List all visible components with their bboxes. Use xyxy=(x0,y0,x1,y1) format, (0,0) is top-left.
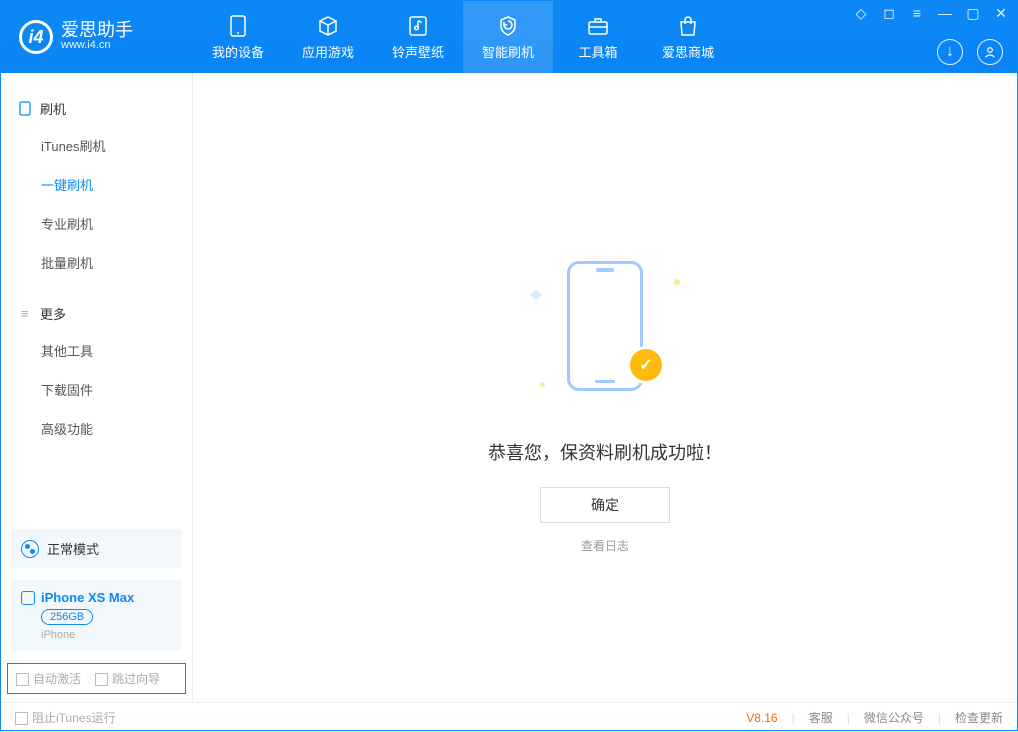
app-name-cn: 爱思助手 xyxy=(61,21,133,39)
tab-label: 应用游戏 xyxy=(302,42,354,61)
close-icon[interactable]: ✕ xyxy=(993,5,1009,21)
sidebar-item-batch-flash[interactable]: 批量刷机 xyxy=(1,243,192,282)
device-box[interactable]: iPhone XS Max 256GB iPhone xyxy=(11,580,182,651)
options-row: 自动激活 跳过向导 xyxy=(7,663,186,694)
sparkle-icon xyxy=(540,382,545,387)
view-log-link[interactable]: 查看日志 xyxy=(581,537,629,554)
logo[interactable]: i4 爱思助手 www.i4.cn xyxy=(1,20,193,54)
sidebar: 刷机 iTunes刷机 一键刷机 专业刷机 批量刷机 ≡ 更多 其他工具 下载固… xyxy=(1,73,193,702)
sidebar-item-download-firmware[interactable]: 下载固件 xyxy=(1,370,192,409)
checkbox-skip-guide[interactable]: 跳过向导 xyxy=(95,670,160,687)
account-icon[interactable] xyxy=(977,39,1003,65)
tab-label: 我的设备 xyxy=(212,42,264,61)
app-name-en: www.i4.cn xyxy=(61,39,133,52)
customer-service-link[interactable]: 客服 xyxy=(809,709,833,726)
tab-ringtone[interactable]: 铃声壁纸 xyxy=(373,1,463,73)
separator: | xyxy=(938,711,941,725)
lock-icon[interactable]: ◻ xyxy=(881,5,897,21)
phone-icon xyxy=(17,101,32,116)
sidebar-group-flash: 刷机 xyxy=(1,91,192,126)
music-icon xyxy=(406,14,430,38)
mode-box[interactable]: 正常模式 xyxy=(11,529,182,568)
sidebar-item-itunes-flash[interactable]: iTunes刷机 xyxy=(1,126,192,165)
device-icon xyxy=(226,14,250,38)
ok-button[interactable]: 确定 xyxy=(540,487,670,523)
header-right: ↓ xyxy=(937,39,1003,65)
toolbox-icon xyxy=(586,14,610,38)
device-icon xyxy=(21,591,35,605)
window-controls: ◇ ◻ ≡ — ▢ ✕ xyxy=(853,5,1009,21)
tab-apps[interactable]: 应用游戏 xyxy=(283,1,373,73)
minimize-icon[interactable]: — xyxy=(937,5,953,21)
device-type: iPhone xyxy=(41,629,75,641)
checkbox-icon xyxy=(15,712,28,725)
mode-label: 正常模式 xyxy=(47,539,99,558)
checkbox-auto-activate[interactable]: 自动激活 xyxy=(16,670,81,687)
logo-icon: i4 xyxy=(19,20,53,54)
list-icon: ≡ xyxy=(17,306,32,321)
tab-label: 工具箱 xyxy=(578,42,617,61)
sparkle-icon xyxy=(530,289,541,300)
device-capacity: 256GB xyxy=(41,609,93,625)
sidebar-group-more: ≡ 更多 xyxy=(1,296,192,331)
logo-text: 爱思助手 www.i4.cn xyxy=(61,21,133,52)
sidebar-item-pro-flash[interactable]: 专业刷机 xyxy=(1,204,192,243)
sidebar-item-other-tools[interactable]: 其他工具 xyxy=(1,331,192,370)
tab-label: 铃声壁纸 xyxy=(392,42,444,61)
tab-label: 智能刷机 xyxy=(482,42,534,61)
check-badge-icon: ✓ xyxy=(630,349,662,381)
mode-icon xyxy=(21,540,39,558)
checkbox-icon xyxy=(16,673,29,686)
checkbox-label: 跳过向导 xyxy=(112,672,160,686)
cube-icon xyxy=(316,14,340,38)
group-title: 刷机 xyxy=(40,99,66,118)
check-update-link[interactable]: 检查更新 xyxy=(955,709,1003,726)
main-content: ✓ 恭喜您，保资料刷机成功啦！ 确定 查看日志 xyxy=(193,73,1017,702)
shirt-icon[interactable]: ◇ xyxy=(853,5,869,21)
menu-icon[interactable]: ≡ xyxy=(909,5,925,21)
download-icon[interactable]: ↓ xyxy=(937,39,963,65)
device-name: iPhone XS Max xyxy=(41,590,134,605)
sidebar-item-onekey-flash[interactable]: 一键刷机 xyxy=(1,165,192,204)
success-message: 恭喜您，保资料刷机成功啦！ xyxy=(488,439,722,465)
wechat-link[interactable]: 微信公众号 xyxy=(864,709,924,726)
tab-toolbox[interactable]: 工具箱 xyxy=(553,1,643,73)
tab-label: 爱思商城 xyxy=(662,42,714,61)
sparkle-icon xyxy=(674,279,680,285)
header: i4 爱思助手 www.i4.cn 我的设备 应用游戏 铃声壁纸 智能刷机 工具… xyxy=(1,1,1017,73)
tab-flash[interactable]: 智能刷机 xyxy=(463,1,553,73)
device-name-row: iPhone XS Max xyxy=(21,590,134,605)
footer: 阻止iTunes运行 V8.16 | 客服 | 微信公众号 | 检查更新 xyxy=(1,702,1017,732)
group-title: 更多 xyxy=(40,304,66,323)
separator: | xyxy=(847,711,850,725)
checkbox-label: 阻止iTunes运行 xyxy=(32,711,116,725)
checkbox-icon xyxy=(95,673,108,686)
bag-icon xyxy=(676,14,700,38)
checkbox-block-itunes[interactable]: 阻止iTunes运行 xyxy=(15,709,116,726)
maximize-icon[interactable]: ▢ xyxy=(965,5,981,21)
sidebar-item-advanced[interactable]: 高级功能 xyxy=(1,409,192,448)
separator: | xyxy=(792,711,795,725)
top-tabs: 我的设备 应用游戏 铃声壁纸 智能刷机 工具箱 爱思商城 xyxy=(193,1,733,73)
tab-store[interactable]: 爱思商城 xyxy=(643,1,733,73)
tab-my-device[interactable]: 我的设备 xyxy=(193,1,283,73)
success-illustration: ✓ xyxy=(530,261,680,411)
checkbox-label: 自动激活 xyxy=(33,672,81,686)
version-label: V8.16 xyxy=(746,711,777,725)
shield-icon xyxy=(496,14,520,38)
